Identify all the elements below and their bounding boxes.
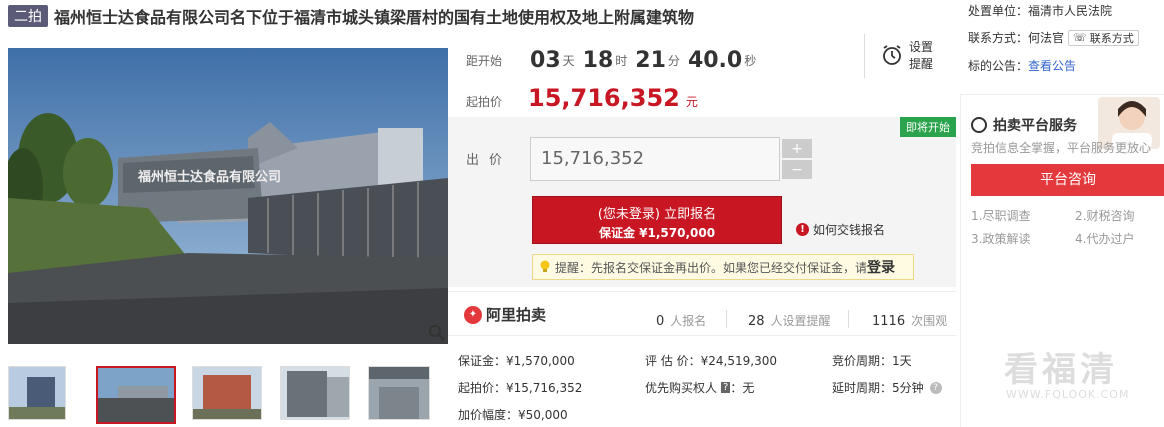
announcement-info: 标的公告：查看公告 [968,57,1076,74]
countdown-seconds: 40.0 [687,47,743,73]
priority-buyer-info: 优先购买权人 ? ：无 [645,379,754,396]
thumbnail-5[interactable] [368,366,430,420]
stats-row: ✦ 阿里拍卖 0 人报名 28 人设置提醒 1116 次围观 [448,291,956,336]
countdown-seconds-unit: 秒 [744,53,757,68]
contact-button-label: 联系方式 [1089,31,1134,45]
service-item-due-diligence[interactable]: 1.尽职调查 [971,207,1030,224]
view-count-value: 1116 [872,314,906,329]
title-row: 二拍 福州恒士达食品有限公司名下位于福清市城头镇梁厝村的国有土地使用权及地上附属… [8,4,694,28]
signup-button-label: (您未登录) 立即报名 [597,207,717,222]
announcement-label: 标的公告： [968,59,1029,73]
extension-info: 延时周期：5分钟 ? [832,379,942,396]
priority-buyer-label: 优先购买权人 [645,381,718,395]
start-price-row: 起拍价 15,716,352 元 [466,84,698,112]
zoom-icon[interactable] [428,324,446,342]
countdown-hours-unit: 时 [615,53,628,68]
start-price-info: 起拍价：¥15,716,352 [458,381,583,395]
countdown-minutes-unit: 分 [667,53,680,68]
status-badge: 即将开始 [900,117,956,137]
contact-label: 联系方式： [968,31,1029,45]
thumbnail-4[interactable] [280,366,350,420]
thumbnail-strip [8,366,448,424]
view-count-unit: 次围观 [911,314,948,328]
view-count: 1116 次围观 [872,312,947,329]
service-icon [971,117,987,133]
svg-text:福州恒士达食品有限公司: 福州恒士达食品有限公司 [137,169,281,185]
bid-amount-input[interactable]: 15,716,352 [530,137,780,181]
signup-count-unit: 人报名 [670,314,707,328]
bid-cycle-info: 竞价周期：1天 [832,354,912,368]
login-notice: 提醒：先报名交保证金再出价。如果您已经交付保证金，请 登录 [532,254,914,280]
service-title: 拍卖平台服务 [971,115,1077,135]
extension-label: 延时周期：5分钟 [832,381,924,395]
increase-bid-button[interactable]: + [782,139,812,158]
ali-auction-logo: ✦ 阿里拍卖 [464,304,546,325]
watermark-logo: 看福清 [1004,350,1118,390]
bid-panel: 即将开始 出价 15,716,352 + − (您未登录) 立即报名 保证金 ¥… [448,117,956,287]
phone-icon: ☏ [1073,31,1087,44]
service-item-tax-consult[interactable]: 2.财税咨询 [1075,207,1134,224]
start-price-label: 起拍价 [466,95,503,109]
countdown-label: 距开始 [466,53,503,68]
platform-consult-button[interactable]: 平台咨询 [971,164,1164,196]
bulb-icon [539,260,551,274]
reminder-count-value: 28 [748,314,765,329]
thumbnail-2-selected[interactable] [96,366,176,424]
contact-value: 何法官 [1028,31,1065,45]
start-price-value: 15,716,352 [528,84,680,112]
reminder-count-unit: 人设置提醒 [770,314,831,328]
how-to-pay-link[interactable]: ! 如何交钱报名 [796,221,885,238]
signup-button[interactable]: (您未登录) 立即报名 保证金 ¥1,570,000 [532,196,782,244]
reminder-count: 28 人设置提醒 [748,312,831,329]
round-badge: 二拍 [8,5,48,27]
appraisal-info: 评 估 价：¥24,519,300 [645,354,777,368]
bid-stepper: + − [782,139,812,179]
contact-button[interactable]: ☏ 联系方式 [1068,29,1139,46]
disposal-unit-label: 处置单位： [968,4,1029,18]
signup-deposit-label: 保证金 ¥1,570,000 [598,226,716,240]
countdown-hours: 18 [582,47,614,73]
signup-count: 0 人报名 [656,312,706,329]
view-announcement-link[interactable]: 查看公告 [1028,59,1076,73]
service-subtitle: 竞拍信息全掌握，平台服务更放心 [971,141,1152,155]
service-title-text: 拍卖平台服务 [993,118,1077,134]
signup-count-value: 0 [656,314,665,329]
disposal-unit: 处置单位：福清市人民法院 [968,2,1112,19]
start-price-unit: 元 [685,95,698,109]
countdown-days-unit: 天 [562,53,575,68]
increment-info: 加价幅度：¥50,000 [458,408,568,422]
service-item-transfer[interactable]: 4.代办过户 [1075,230,1134,247]
priority-buyer-help-icon[interactable]: ? [721,382,731,393]
deposit-info: 保证金：¥1,570,000 [458,354,575,368]
countdown-days: 03 [530,47,561,73]
priority-buyer-value: ：无 [730,381,755,395]
main-photo[interactable]: 福州恒士达食品有限公司 [8,48,448,344]
notice-text: 提醒：先报名交保证金再出价。如果您已经交付保证金，请 [555,260,868,275]
set-reminder-label: 设置提醒 [909,40,934,71]
alarm-clock-icon [881,44,903,69]
how-to-pay-label: 如何交钱报名 [813,223,886,237]
ali-logo-text: 阿里拍卖 [486,306,547,324]
divider [848,310,849,328]
page-title: 福州恒士达食品有限公司名下位于福清市城头镇梁厝村的国有土地使用权及地上附属建筑物 [54,8,695,27]
thumbnail-1[interactable] [8,366,66,420]
countdown-minutes: 21 [635,47,666,73]
ali-logo-icon: ✦ [464,305,482,324]
divider [726,310,727,328]
watermark-url: WWW.FQLOOK.COM [1006,388,1130,401]
info-icon: ! [796,223,809,236]
login-link[interactable]: 登录 [867,257,895,277]
help-icon[interactable]: ? [929,381,942,394]
set-reminder-button[interactable]: 设置提醒 [864,34,944,78]
decrease-bid-button[interactable]: − [782,160,812,179]
disposal-unit-value: 福清市人民法院 [1028,4,1113,18]
service-item-policy[interactable]: 3.政策解读 [971,230,1030,247]
bid-label: 出价 [466,153,513,168]
thumbnail-3[interactable] [192,366,262,420]
countdown: 距开始 03 天 18 时 21 分 40.0 秒 [466,40,762,80]
contact-info: 联系方式： 何法官 ☏ 联系方式 [968,29,1139,46]
